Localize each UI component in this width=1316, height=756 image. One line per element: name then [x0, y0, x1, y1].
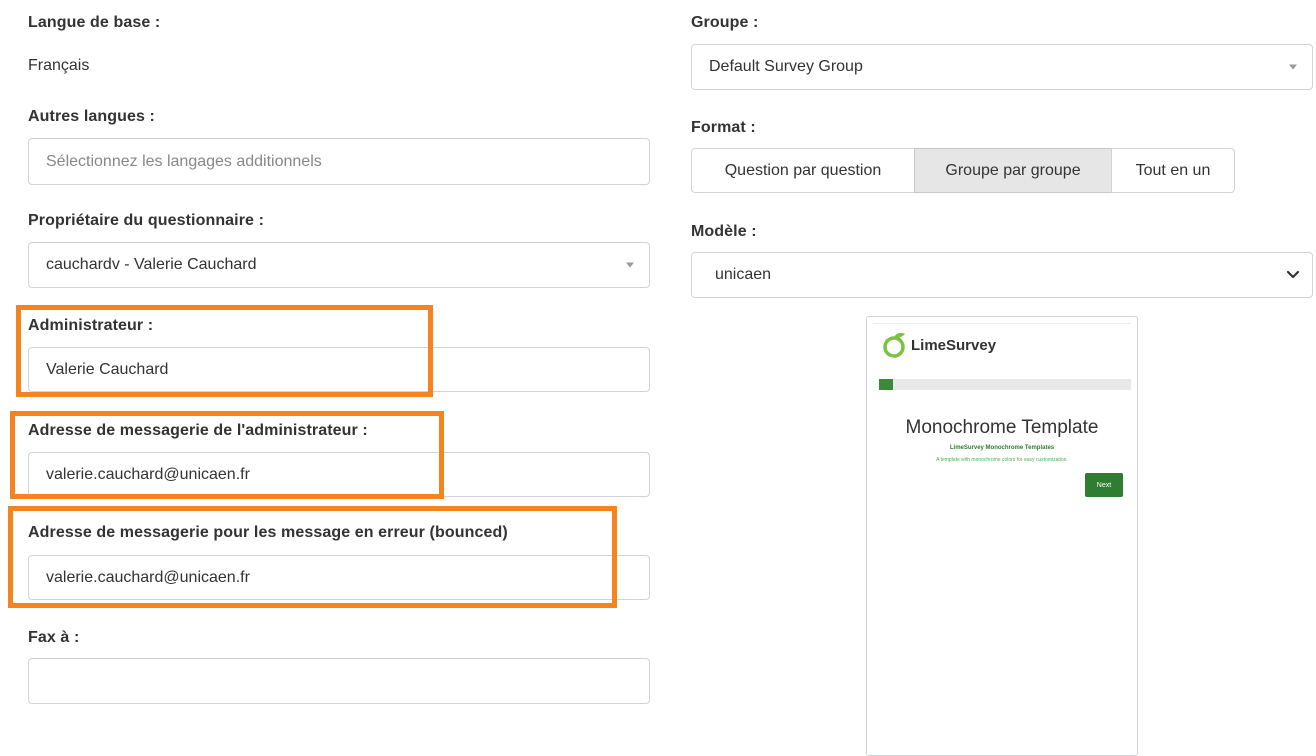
preview-subtitle: LimeSurvey Monochrome Templates	[949, 445, 1055, 451]
format-button-group: Question par question Groupe par groupe …	[691, 148, 1235, 193]
preview-title: Monochrome Template	[905, 417, 1099, 438]
preview-description: A template with monochrome colors for ea…	[936, 457, 1068, 463]
caret-down-icon	[626, 262, 634, 268]
chevron-down-icon	[1286, 270, 1300, 279]
fax-label: Fax à :	[28, 629, 80, 646]
template-select[interactable]: unicaen	[691, 252, 1313, 298]
format-label: Format :	[691, 119, 756, 136]
owner-select[interactable]: cauchardv - Valerie Cauchard	[28, 242, 650, 288]
limesurvey-logo-icon	[883, 333, 905, 358]
bounce-email-highlight-box	[8, 506, 617, 608]
format-option-group[interactable]: Groupe par groupe	[914, 148, 1112, 193]
caret-down-icon	[1289, 64, 1297, 70]
group-label: Groupe :	[691, 14, 759, 31]
template-select-value: unicaen	[715, 266, 772, 283]
template-label: Modèle :	[691, 223, 757, 240]
group-select[interactable]: Default Survey Group	[691, 44, 1313, 90]
format-option-question[interactable]: Question par question	[691, 148, 915, 193]
group-select-value: Default Survey Group	[709, 58, 863, 75]
template-preview: LimeSurvey Monochrome Template LimeSurve…	[866, 316, 1138, 756]
preview-progress-bar	[879, 379, 1131, 390]
other-languages-placeholder: Sélectionnez les langages additionnels	[46, 152, 322, 170]
other-languages-label: Autres langues :	[28, 108, 155, 125]
owner-select-value: cauchardv - Valerie Cauchard	[46, 256, 257, 273]
fax-input[interactable]	[28, 658, 650, 704]
preview-next-button: Next	[1085, 473, 1123, 497]
preview-progress-fill	[879, 379, 893, 390]
base-language-label: Langue de base :	[28, 14, 161, 31]
owner-label: Propriétaire du questionnaire :	[28, 212, 265, 229]
other-languages-input[interactable]: Sélectionnez les langages additionnels	[28, 138, 650, 185]
preview-logo-text: LimeSurvey	[911, 336, 997, 354]
admin-highlight-box	[16, 305, 433, 397]
preview-logo: LimeSurvey	[881, 331, 996, 359]
preview-divider	[873, 323, 1131, 324]
base-language-value: Français	[28, 57, 90, 74]
admin-email-highlight-box	[10, 411, 444, 499]
format-option-all[interactable]: Tout en un	[1111, 148, 1235, 193]
